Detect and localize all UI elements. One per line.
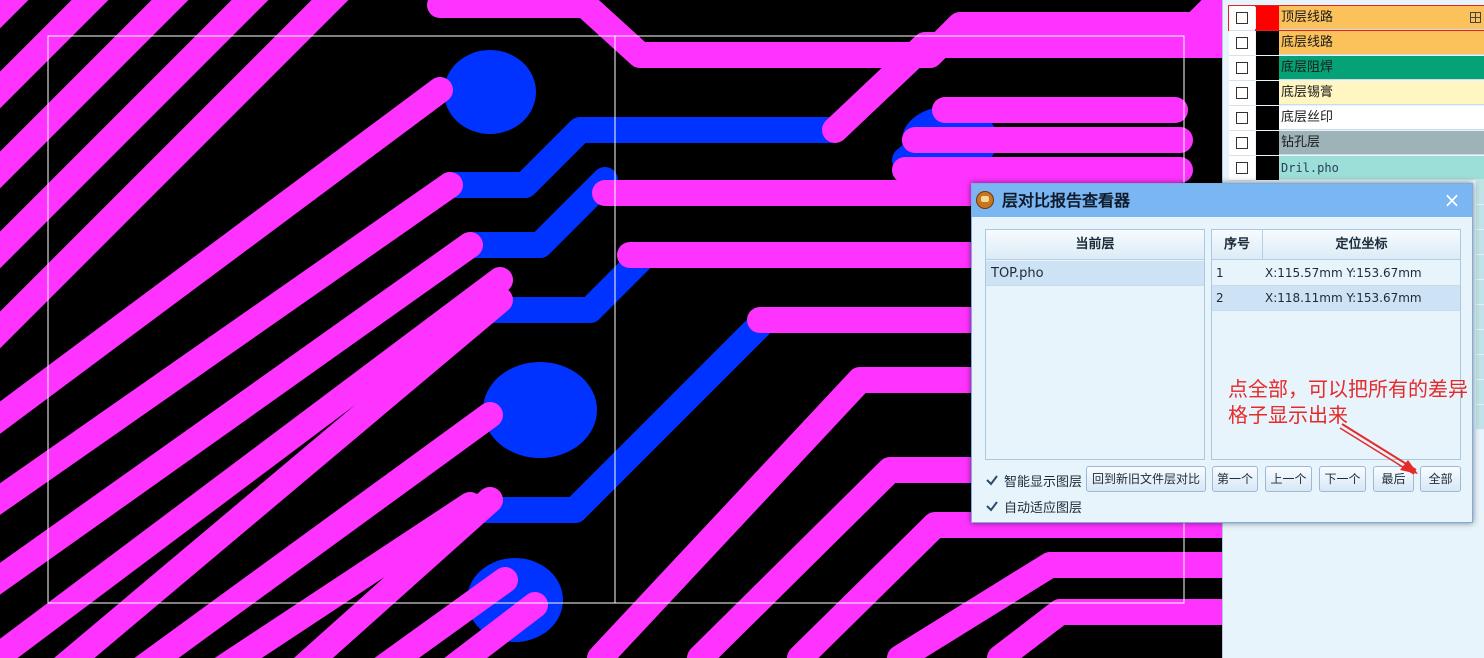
app-icon: [976, 191, 994, 209]
layer-color-swatch[interactable]: [1256, 131, 1279, 155]
layer-row-dril-pho[interactable]: Dril.pho: [1229, 156, 1484, 181]
layer-visibility-checkbox[interactable]: [1229, 156, 1255, 181]
close-icon[interactable]: ×: [1440, 188, 1464, 212]
row-index: 2: [1216, 291, 1224, 305]
column-header-coord[interactable]: 定位坐标: [1263, 230, 1460, 260]
layer-visibility-checkbox[interactable]: [1229, 31, 1255, 56]
back-to-compare-button[interactable]: 回到新旧文件层对比: [1086, 466, 1206, 492]
layer-color-swatch[interactable]: [1256, 156, 1279, 180]
layer-row-bottom-paste[interactable]: 底层锡膏: [1229, 81, 1484, 106]
annotation-arrow-icon: [1339, 423, 1418, 475]
layer-color-swatch[interactable]: [1256, 31, 1279, 55]
smart-display-label[interactable]: 智能显示图层: [1004, 471, 1082, 490]
list-item[interactable]: TOP.pho: [986, 261, 1204, 286]
dialog-titlebar[interactable]: 层对比报告查看器 ×: [972, 184, 1472, 217]
layer-row-bottom-mask[interactable]: 底层阻焊: [1229, 56, 1484, 81]
layer-name: 顶层线路: [1279, 6, 1484, 30]
layer-name: 底层锡膏: [1279, 81, 1484, 105]
current-layer-list[interactable]: 当前层 TOP.pho: [985, 229, 1205, 460]
layer-visibility-checkbox[interactable]: [1229, 56, 1255, 81]
layer-compare-report-dialog: 层对比报告查看器 × 当前层 TOP.pho 序号 定位坐标 1 X:115.5…: [971, 183, 1473, 523]
layer-color-swatch[interactable]: [1256, 106, 1279, 130]
layer-visibility-checkbox[interactable]: [1229, 106, 1255, 131]
layer-color-swatch[interactable]: [1256, 81, 1279, 105]
layer-name: Dril.pho: [1279, 156, 1484, 180]
layer-label: 顶层线路: [1281, 10, 1334, 25]
first-button[interactable]: 第一个: [1212, 466, 1258, 492]
layer-row-top-trace[interactable]: 顶层线路: [1228, 5, 1484, 31]
layer-name: 底层阻焊: [1279, 56, 1484, 80]
table-row[interactable]: 1 X:115.57mm Y:153.67mm: [1212, 261, 1460, 286]
layer-name: 底层线路: [1279, 31, 1484, 55]
layer-visibility-checkbox[interactable]: [1229, 81, 1255, 106]
layer-visibility-checkbox[interactable]: [1229, 131, 1255, 156]
smart-display-checkbox[interactable]: [986, 474, 998, 486]
row-coord: X:115.57mm Y:153.67mm: [1265, 266, 1422, 280]
table-row[interactable]: 2 X:118.11mm Y:153.67mm: [1212, 286, 1460, 311]
layer-color-swatch[interactable]: [1256, 56, 1279, 80]
layer-color-swatch[interactable]: [1256, 6, 1279, 30]
layer-name: 钻孔层: [1279, 131, 1484, 155]
row-index: 1: [1216, 266, 1224, 280]
current-layer-header: 当前层: [986, 230, 1204, 260]
auto-fit-checkbox[interactable]: [986, 500, 998, 512]
grid-icon[interactable]: [1470, 12, 1481, 23]
layer-row-bottom-trace[interactable]: 底层线路: [1229, 31, 1484, 56]
layer-visibility-checkbox[interactable]: [1229, 6, 1255, 31]
layer-name: 底层丝印: [1279, 106, 1484, 130]
prev-button[interactable]: 上一个: [1265, 466, 1312, 492]
dialog-title: 层对比报告查看器: [1002, 191, 1131, 210]
row-coord: X:118.11mm Y:153.67mm: [1265, 291, 1422, 305]
layer-row-bottom-silk[interactable]: 底层丝印: [1229, 106, 1484, 131]
auto-fit-label[interactable]: 自动适应图层: [1004, 497, 1082, 516]
column-header-index[interactable]: 序号: [1212, 230, 1263, 260]
layer-row-drill[interactable]: 钻孔层: [1229, 131, 1484, 156]
